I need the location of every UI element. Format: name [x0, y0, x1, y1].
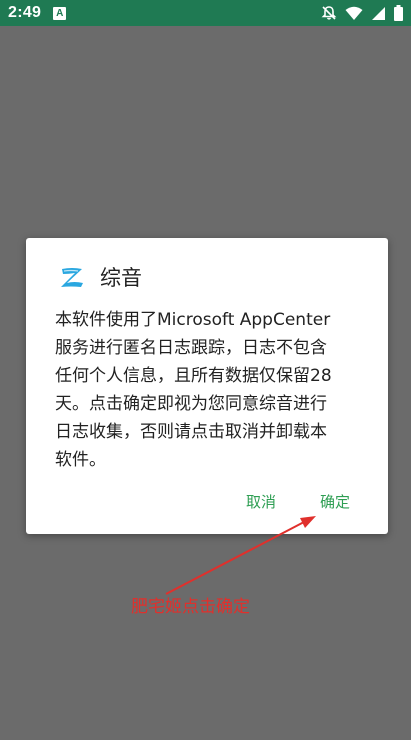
message-line: 本软件使用了Microsoft AppCenter [55, 310, 331, 330]
message-line: 天。点击确定即视为您同意综音进行 [55, 394, 327, 414]
mute-bell-icon [321, 6, 337, 20]
wifi-icon [345, 6, 363, 20]
dialog-message: 本软件使用了Microsoft AppCenter 服务进行匿名日志跟踪，日志不包… [55, 306, 365, 474]
signal-icon [372, 6, 385, 20]
cancel-button[interactable]: 取消 [246, 491, 276, 512]
dialog-header: 综音 [59, 262, 142, 292]
zongyin-logo-icon [61, 268, 83, 287]
annotation-label: 肥宅姬点击确定 [131, 597, 250, 617]
ok-button[interactable]: 确定 [320, 491, 350, 512]
message-line: 服务进行匿名日志跟踪，日志不包含 [55, 338, 327, 358]
status-time: 2:49 [8, 4, 42, 21]
status-icons [321, 5, 403, 21]
message-line: 任何个人信息，且所有数据仅保留28 [55, 366, 332, 386]
message-line: 软件。 [55, 450, 106, 470]
app-notification-icon: A [53, 6, 67, 20]
message-line: 日志收集，否则请点击取消并卸载本 [55, 422, 327, 442]
consent-dialog: 综音 本软件使用了Microsoft AppCenter 服务进行匿名日志跟踪，日… [26, 238, 388, 534]
dialog-title: 综音 [100, 266, 142, 290]
battery-icon [394, 5, 403, 21]
status-bar: 2:49 A [0, 0, 411, 26]
